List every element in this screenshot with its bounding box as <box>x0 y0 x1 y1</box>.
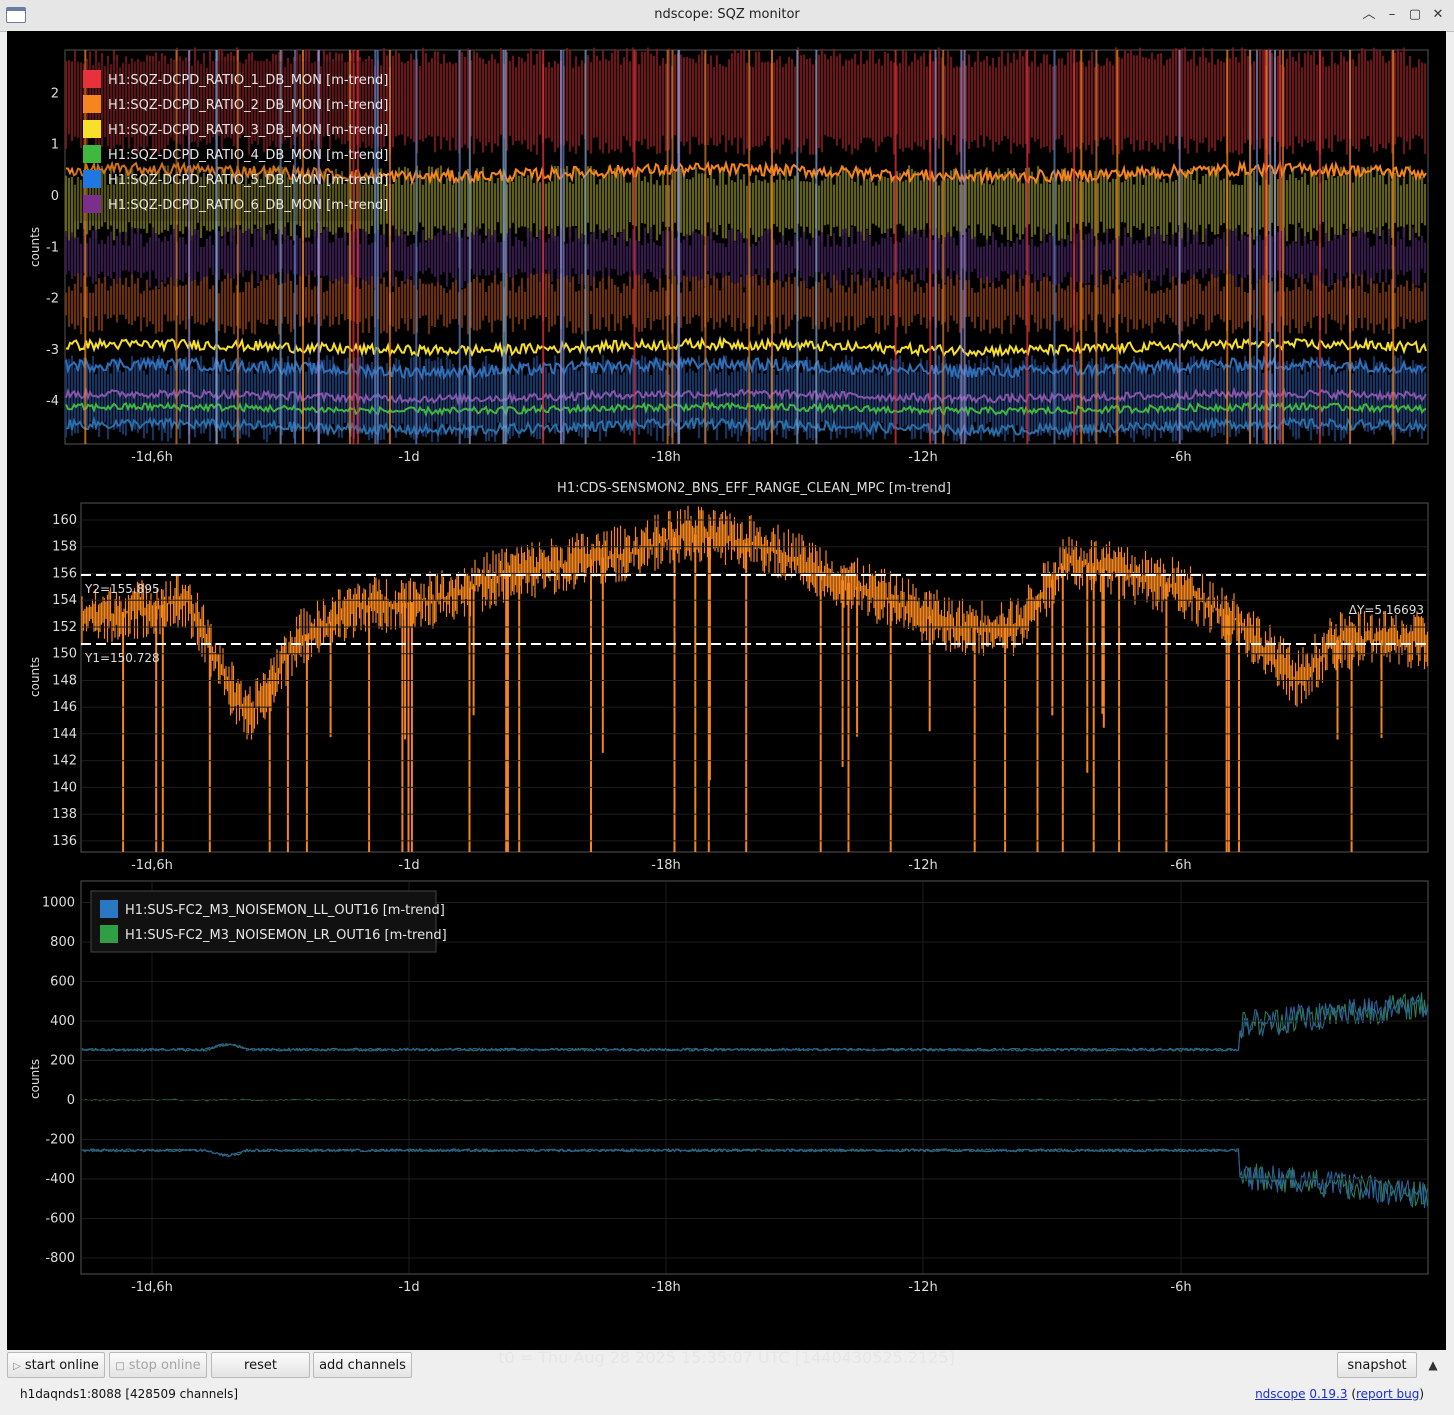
legend-label[interactable]: H1:SUS-FC2_M3_NOISEMON_LR_OUT16 [m-trend… <box>125 928 447 943</box>
legend-swatch[interactable] <box>100 900 118 918</box>
legend-label[interactable]: H1:SQZ-DCPD_RATIO_5_DB_MON [m-trend] <box>108 173 388 188</box>
legend-swatch[interactable] <box>100 925 118 943</box>
snapshot-button[interactable]: snapshot <box>1337 1352 1417 1378</box>
middle-ytick: 148 <box>52 673 77 688</box>
bottom-ytick: -600 <box>45 1212 75 1227</box>
top-ylabel: counts <box>28 227 42 267</box>
stop-online-button[interactable]: □ stop online <box>109 1352 207 1378</box>
legend-label[interactable]: H1:SQZ-DCPD_RATIO_3_DB_MON [m-trend] <box>108 123 388 138</box>
legend-swatch[interactable] <box>83 120 101 138</box>
bottom-ytick: -400 <box>45 1172 75 1187</box>
window-titlebar: ndscope: SQZ monitor ︿ – ▢ ✕ <box>0 0 1454 32</box>
middle-ylabel: counts <box>28 657 42 697</box>
stop-online-label: stop online <box>128 1358 201 1373</box>
bottom-ytick: 400 <box>50 1014 75 1029</box>
bottom-ytick: 600 <box>50 975 75 990</box>
add-channels-button[interactable]: add channels <box>313 1352 412 1378</box>
legend-label[interactable]: H1:SQZ-DCPD_RATIO_2_DB_MON [m-trend] <box>108 98 388 113</box>
bottom-ytick: 0 <box>67 1093 75 1108</box>
legend-label[interactable]: H1:SQZ-DCPD_RATIO_4_DB_MON [m-trend] <box>108 148 388 163</box>
cursor-y1-label: Y1=150.728 <box>84 651 160 665</box>
bottom-xtick: -6h <box>1170 1280 1191 1295</box>
reset-button[interactable]: reset <box>211 1352 310 1378</box>
middle-ytick: 142 <box>52 754 77 769</box>
middle-ytick: 152 <box>52 620 77 635</box>
middle-ytick: 150 <box>52 647 77 662</box>
legend-swatch[interactable] <box>83 195 101 213</box>
server-status: h1daqnds1:8088 [428509 channels] <box>20 1387 239 1401</box>
legend-label[interactable]: H1:SQZ-DCPD_RATIO_1_DB_MON [m-trend] <box>108 73 388 88</box>
legend-label[interactable]: H1:SQZ-DCPD_RATIO_6_DB_MON [m-trend] <box>108 198 388 213</box>
middle-plot-title: H1:CDS-SENSMON2_BNS_EFF_RANGE_CLEAN_MPC … <box>557 481 951 496</box>
top-ytick: -3 <box>46 343 59 358</box>
middle-xtick: -1d <box>398 858 419 873</box>
bottom-xtick: -1d <box>398 1280 419 1295</box>
bottom-xtick: -12h <box>908 1280 937 1295</box>
top-xtick: -18h <box>651 450 680 465</box>
middle-xtick: -12h <box>908 858 937 873</box>
legend-swatch[interactable] <box>83 170 101 188</box>
collapse-arrow-icon[interactable]: ▲ <box>1424 1356 1442 1374</box>
maximize-icon[interactable]: ▢ <box>1406 6 1424 24</box>
start-online-label: start online <box>24 1358 99 1373</box>
top-xtick: -1d <box>398 450 419 465</box>
middle-ytick: 140 <box>52 780 77 795</box>
cursor-delta-label: ΔY=5.16693 <box>1349 603 1424 617</box>
middle-ytick: 160 <box>52 513 77 528</box>
middle-xtick: -18h <box>651 858 680 873</box>
cursor-y2-label: Y2=155.895 <box>84 582 160 596</box>
bottom-ytick: -200 <box>45 1133 75 1148</box>
top-ytick: 0 <box>51 189 59 204</box>
bottom-ytick: 800 <box>50 935 75 950</box>
plot-top[interactable]: 2 1 0 -1 -2 -3 -4 -1d,6h -1d -18h -12h -6h H1:SQZ-… <box>28 47 1429 465</box>
top-ytick: 1 <box>51 138 59 153</box>
close-icon[interactable]: ✕ <box>1429 6 1447 24</box>
plot-middle[interactable]: H1:CDS-SENSMON2_BNS_EFF_RANGE_CLEAN_MPC … <box>28 481 1429 873</box>
top-xtick: -1d,6h <box>131 450 173 465</box>
bottom-ytick: -800 <box>45 1251 75 1266</box>
top-ytick: -2 <box>46 292 59 307</box>
middle-ytick: 136 <box>52 834 77 849</box>
middle-xtick: -1d,6h <box>131 858 173 873</box>
bottom-ytick: 1000 <box>42 896 75 911</box>
chevron-up-icon[interactable]: ︿ <box>1360 6 1378 24</box>
version-link[interactable]: 0.19.3 <box>1309 1387 1347 1401</box>
scope-area: 2 1 0 -1 -2 -3 -4 -1d,6h -1d -18h -12h -6h H1:SQZ-… <box>7 31 1446 1367</box>
plot-bottom[interactable]: 1000 800 600 400 200 0 -200 -400 -600 -800 -1d,6h… <box>28 880 1429 1295</box>
top-ytick: -4 <box>46 394 59 409</box>
middle-ytick: 144 <box>52 727 77 742</box>
window-title: ndscope: SQZ monitor <box>654 7 800 22</box>
top-ytick: 2 <box>51 86 59 101</box>
version-info: ndscope 0.19.3 (report bug) <box>1255 1387 1424 1401</box>
middle-ytick: 154 <box>52 593 77 608</box>
bottom-ylabel: counts <box>28 1059 42 1099</box>
report-bug-link[interactable]: report bug <box>1356 1387 1419 1401</box>
legend-label[interactable]: H1:SUS-FC2_M3_NOISEMON_LL_OUT16 [m-trend… <box>125 903 445 918</box>
minimize-icon[interactable]: – <box>1383 6 1401 24</box>
ndscope-link[interactable]: ndscope <box>1255 1387 1305 1401</box>
legend-swatch[interactable] <box>83 70 101 88</box>
legend-swatch[interactable] <box>83 145 101 163</box>
start-online-button[interactable]: ▷ start online <box>7 1352 105 1378</box>
middle-ytick: 156 <box>52 566 77 581</box>
bottom-xtick: -18h <box>651 1280 680 1295</box>
middle-ytick: 146 <box>52 700 77 715</box>
bottom-ytick: 200 <box>50 1054 75 1069</box>
middle-ytick: 158 <box>52 540 77 555</box>
legend-swatch[interactable] <box>83 95 101 113</box>
top-xtick: -6h <box>1170 450 1191 465</box>
middle-xtick: -6h <box>1170 858 1191 873</box>
middle-ytick: 138 <box>52 807 77 822</box>
top-ytick: -1 <box>46 240 59 255</box>
top-xtick: -12h <box>908 450 937 465</box>
bottom-xtick: -1d,6h <box>131 1280 173 1295</box>
